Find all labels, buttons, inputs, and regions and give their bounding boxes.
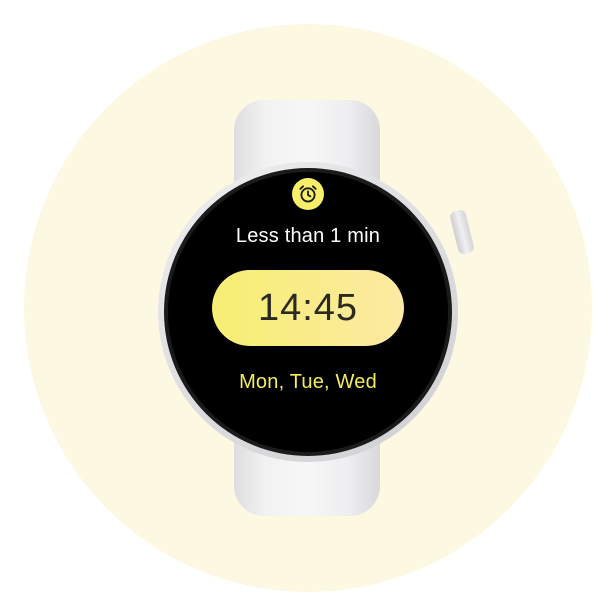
watch-mockup: Less than 1 min 14:45 Mon, Tue, Wed — [0, 0, 616, 616]
alarm-clock-icon — [292, 178, 324, 210]
alarm-time-chip[interactable]: 14:45 — [212, 270, 404, 346]
alarm-time: 14:45 — [257, 287, 359, 329]
alarm-repeat-days: Mon, Tue, Wed — [239, 371, 377, 393]
watch-screen: Less than 1 min 14:45 Mon, Tue, Wed — [168, 172, 448, 452]
time-remaining-label: Less than 1 min — [235, 225, 381, 247]
